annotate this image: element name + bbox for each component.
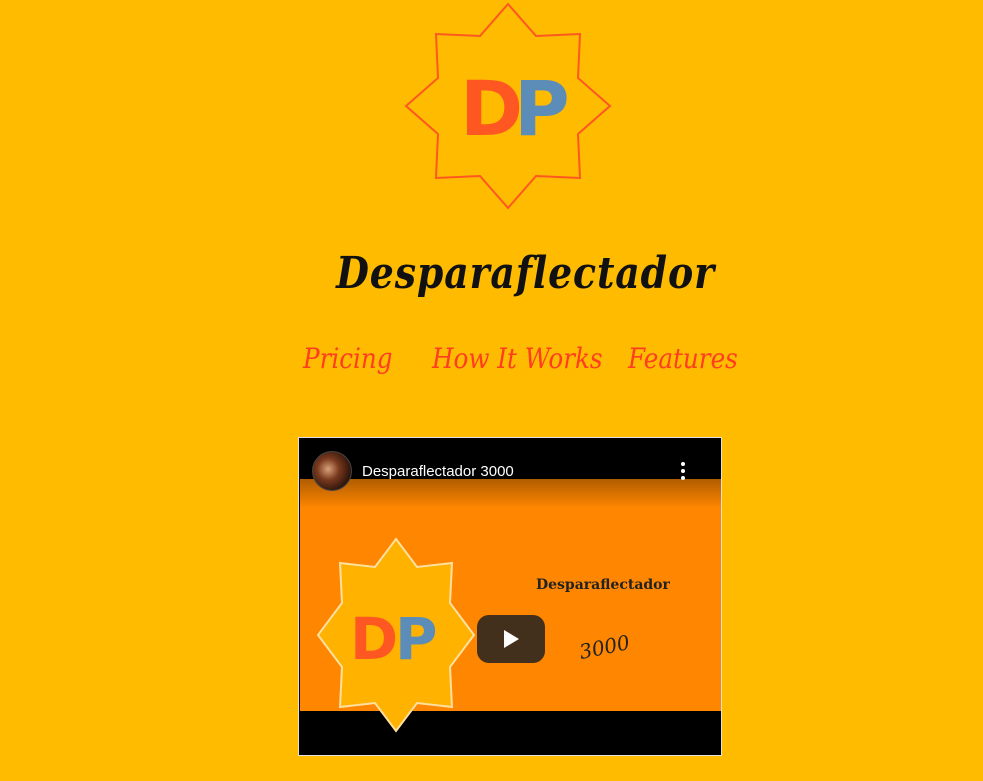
thumbnail-letter-p: P bbox=[395, 605, 438, 673]
main-nav: Pricing How It Works Features bbox=[0, 342, 983, 386]
page: D P Desparaflectador Pricing How It Work… bbox=[0, 0, 983, 781]
video-title[interactable]: Desparaflectador 3000 bbox=[362, 463, 514, 480]
video-topbar: Desparaflectador 3000 bbox=[299, 438, 721, 508]
channel-avatar[interactable] bbox=[312, 451, 352, 491]
thumbnail-letter-d: D bbox=[350, 605, 398, 673]
play-icon bbox=[504, 630, 519, 648]
video-thumbnail: D P Desparaflectador 3000 bbox=[300, 479, 721, 733]
thumbnail-title: Desparaflectador bbox=[536, 577, 670, 593]
nav-link-how-it-works[interactable]: How It Works bbox=[432, 342, 603, 375]
thumbnail-logo: D P bbox=[316, 537, 476, 733]
thumbnail-number: 3000 bbox=[577, 629, 632, 665]
more-vertical-icon[interactable] bbox=[675, 462, 691, 482]
site-title: Desparaflectador bbox=[336, 248, 715, 299]
play-button[interactable] bbox=[477, 615, 545, 663]
video-embed[interactable]: D P Desparaflectador 3000 Desparaflectad… bbox=[298, 437, 722, 756]
logo-letter-p: P bbox=[514, 64, 570, 153]
nav-link-features[interactable]: Features bbox=[628, 342, 738, 375]
nav-link-pricing[interactable]: Pricing bbox=[303, 342, 393, 375]
dp-logo: D P bbox=[404, 2, 612, 210]
